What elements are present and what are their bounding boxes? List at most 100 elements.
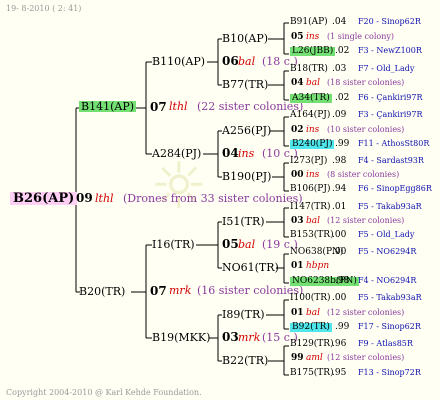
g5-10-num: 00 (291, 170, 304, 180)
g5-4-note: (18 sister colonies) (327, 78, 405, 87)
g5-20-loc: F17 - Sinop62R (358, 322, 421, 331)
g5-14-id[interactable]: B153(TR) (290, 231, 334, 240)
g5-3-loc: F7 - Old_Lady (358, 64, 415, 73)
g5-6-num: .09 (332, 110, 347, 120)
gen2-top-race: lthl (169, 100, 188, 113)
g5-9-id[interactable]: I273(PJ) (290, 157, 327, 166)
g5-20-id[interactable]: B92(TR) (290, 323, 332, 332)
g5-21-num: .96 (332, 339, 347, 349)
g3-1-id[interactable]: A284(PJ) (152, 148, 201, 159)
g5-17-loc: F4 - NO6294R (358, 276, 417, 285)
g5-19-race: bal (306, 308, 321, 318)
g5-12-id[interactable]: I147(TR) (290, 203, 331, 212)
g5-8-loc: F11 - AthosSt80R (358, 139, 430, 148)
g5-14-num: .00 (332, 230, 347, 240)
g5-23-num: .95 (332, 368, 347, 378)
g5-17-num: .98 (335, 276, 350, 286)
g5-7-race: ins (306, 125, 320, 135)
g5-9-loc: F4 - Sardast93R (358, 156, 424, 165)
gen2-bot-num: 07 (150, 284, 167, 298)
g5-2-num: .02 (335, 46, 350, 56)
g5-11-num: .94 (332, 184, 347, 194)
g5-16-race: hbpn (306, 261, 330, 271)
g3-2-num: 05 (222, 237, 239, 251)
gen2-bot-id[interactable]: B20(TR) (79, 286, 125, 297)
g5-15-num: .00 (332, 247, 347, 257)
g3-0-race: bal (238, 55, 256, 68)
g3-0-num: 06 (222, 54, 239, 68)
g5-23-id[interactable]: B175(TR) (290, 369, 334, 378)
g5-22-race: aml (306, 353, 323, 363)
g5-16-num: 01 (291, 261, 304, 271)
g5-21-loc: F9 - Atlas85R (358, 339, 413, 348)
g5-9-num: .98 (332, 156, 347, 166)
g5-10-race: ins (306, 170, 320, 180)
g3-3-id[interactable]: B19(MKK) (152, 332, 210, 343)
pedigree-page: ☼ 19- 8-2010 (2: 41) Copyright 2004-201… (0, 0, 440, 400)
g3-2-race: bal (238, 238, 256, 251)
gen2-mid-num: 09 (76, 191, 93, 205)
g5-2-id[interactable]: L26(JBB) (290, 47, 336, 56)
g5-18-loc: F5 - Takab93aR (358, 293, 422, 302)
g4-4-id[interactable]: I51(TR) (222, 216, 265, 227)
g4-3-id[interactable]: B190(PJ) (222, 171, 271, 182)
g4-2-id[interactable]: A256(PJ) (222, 125, 271, 136)
g5-21-id[interactable]: B129(TR) (290, 340, 334, 349)
g5-12-loc: F5 - Takab93aR (358, 202, 422, 211)
g5-18-id[interactable]: I100(TR) (290, 294, 331, 303)
g3-0-id[interactable]: B110(AP) (152, 56, 205, 67)
g5-4-race: bal (306, 78, 321, 88)
g5-14-loc: F5 - Old_Lady (358, 230, 415, 239)
g5-20-num: .99 (335, 322, 350, 332)
g5-7-note: (10 sister colonies) (327, 125, 405, 134)
gen2-bot-note: (16 sister colonies) (197, 284, 304, 297)
gen2-bot-race: mrk (169, 284, 192, 297)
g5-1-note: (1 single colony) (327, 32, 394, 41)
g5-7-num: 02 (291, 125, 304, 135)
g5-4-num: 04 (291, 78, 304, 88)
gen2-top-id[interactable]: B141(AP) (79, 101, 137, 112)
gen2-mid-note: (Drones from 33 sister colonies) (123, 192, 303, 205)
g4-6-id[interactable]: I89(TR) (222, 309, 265, 320)
queen-root[interactable]: B26(AP) (10, 192, 78, 205)
g5-0-id[interactable]: B91(AP) (290, 18, 328, 27)
g4-1-id[interactable]: B77(TR) (222, 79, 268, 90)
gen2-mid-race: lthl (95, 192, 114, 205)
g5-0-num: .04 (332, 17, 347, 27)
g5-1-race: ins (306, 32, 320, 42)
g5-5-loc: F6 - Çankiri97R (358, 93, 423, 102)
gen2-top-num: 07 (150, 100, 167, 114)
g5-5-id[interactable]: A34(TR) (290, 94, 332, 103)
g5-23-loc: F13 - Sinop72R (358, 368, 421, 377)
g5-5-num: .02 (335, 93, 350, 103)
g3-2-id[interactable]: I16(TR) (152, 239, 195, 250)
g5-10-note: (8 sister colonies) (327, 170, 400, 179)
g3-3-race: mrk (238, 331, 261, 344)
g5-1-num: 05 (291, 32, 304, 42)
g3-1-num: 04 (222, 146, 239, 160)
header-date: 19- 8-2010 ( 2: 41) (6, 4, 82, 13)
g5-8-id[interactable]: B240(PJ) (290, 140, 335, 149)
g4-0-id[interactable]: B10(AP) (222, 33, 268, 44)
g5-3-id[interactable]: B18(TR) (290, 65, 328, 74)
g5-15-loc: F5 - NO6294R (358, 247, 417, 256)
g3-3-num: 03 (222, 330, 239, 344)
g5-22-note: (12 sister colonies) (327, 353, 405, 362)
g4-5-id[interactable]: NO61(TR) (222, 262, 279, 273)
g5-13-num: 03 (291, 216, 304, 226)
g5-2-loc: F3 - NewZ100R (358, 46, 422, 55)
g5-0-loc: F20 - Sinop62R (358, 17, 421, 26)
g4-7-id[interactable]: B22(TR) (222, 355, 268, 366)
g5-18-num: .00 (332, 293, 347, 303)
g5-19-note: (12 sister colonies) (327, 308, 405, 317)
g5-13-race: bal (306, 216, 321, 226)
g5-11-id[interactable]: B106(PJ) (290, 185, 330, 194)
g5-6-loc: F3 - Çankiri97R (358, 110, 423, 119)
g5-8-num: .99 (335, 139, 350, 149)
g5-3-num: .03 (332, 64, 347, 74)
g5-6-id[interactable]: A164(PJ) (290, 111, 330, 120)
g5-22-num: 99 (291, 353, 304, 363)
g3-1-race: ins (238, 147, 255, 160)
g5-13-note: (12 sister colonies) (327, 216, 405, 225)
g5-12-num: .01 (332, 202, 347, 212)
